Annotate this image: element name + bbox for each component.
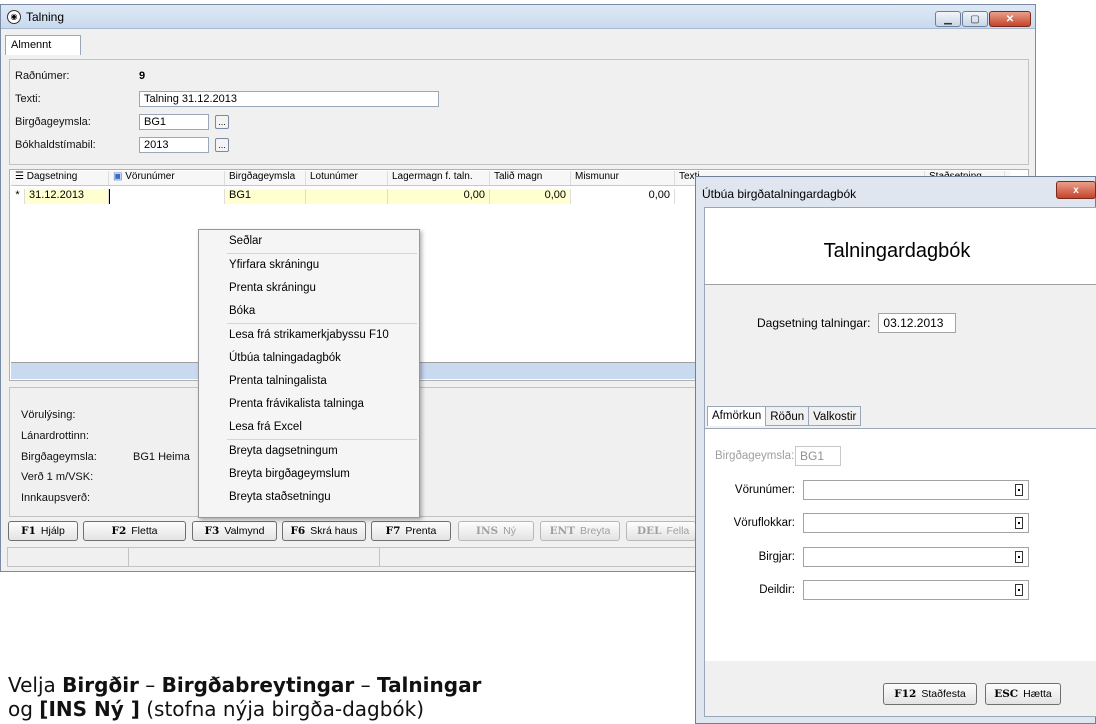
- tab-valkostir[interactable]: Valkostir: [809, 406, 862, 426]
- dlg-birgjar-dropdown-icon[interactable]: [1015, 551, 1023, 563]
- dlg-birgdageymsla-label: Birgðageymsla:: [715, 450, 795, 462]
- f7-prenta-button[interactable]: F7 Prenta: [371, 521, 451, 541]
- main-titlebar: ◉ Talning: [1, 5, 1035, 29]
- close-button[interactable]: ✕: [989, 11, 1031, 27]
- table-row[interactable]: * 31.12.2013 BG1 0,00 0,00 0,00: [11, 189, 711, 204]
- tab-almennt[interactable]: Almennt: [5, 35, 81, 55]
- texti-label: Texti:: [15, 93, 41, 105]
- radnumer-label: Raðnúmer:: [15, 70, 70, 82]
- dialog-body: Talningardagbók Dagsetning talningar: 03…: [704, 207, 1096, 717]
- cell-lotunumer[interactable]: [306, 189, 388, 204]
- minimize-button[interactable]: ▁: [935, 11, 961, 27]
- status-pane: [8, 548, 129, 566]
- details-birgdageymsla-value: BG1 Heima: [133, 451, 190, 463]
- row-marker: *: [11, 189, 25, 204]
- ent-breyta-button[interactable]: ENT Breyta: [540, 521, 620, 541]
- texti-input[interactable]: Talning 31.12.2013: [139, 91, 439, 107]
- innkaupsverd-label: Innkaupsverð:: [21, 492, 91, 504]
- ins-ny-button[interactable]: INS Ný: [458, 521, 534, 541]
- birgdageymsla-label: Birgðageymsla:: [15, 116, 91, 128]
- context-menu: Seðlar Yfirfara skráningu Prenta skránin…: [198, 229, 420, 518]
- col-dagsetning[interactable]: ☰ Dagsetning: [11, 171, 109, 185]
- dlg-voruflokkar-input[interactable]: [803, 513, 1029, 533]
- cell-birgdageymsla[interactable]: BG1: [225, 189, 306, 204]
- dlg-vorunumer-label: Vörunúmer:: [734, 484, 795, 496]
- dialog-close-button[interactable]: x: [1056, 181, 1096, 199]
- tab-afmorkun[interactable]: Afmörkun: [707, 406, 767, 426]
- tab-rodun[interactable]: Röðun: [766, 406, 810, 426]
- menu-item-breyta-dagsetningum[interactable]: Breyta dagsetningum: [199, 440, 419, 463]
- dialog-heading: Talningardagbók: [823, 240, 971, 262]
- grid-icon: ▣: [113, 171, 123, 182]
- dlg-vorunumer-dropdown-icon[interactable]: [1015, 484, 1023, 496]
- dlg-voruflokkar-dropdown-icon[interactable]: [1015, 517, 1023, 529]
- col-mismunur[interactable]: Mismunur: [571, 171, 675, 185]
- f12-stadfesta-button[interactable]: F12 Staðfesta: [883, 683, 977, 705]
- dlg-voruflokkar-label: Vöruflokkar:: [733, 517, 795, 529]
- date-input[interactable]: 03.12.2013: [878, 313, 957, 333]
- cell-talid[interactable]: 0,00: [490, 189, 571, 204]
- del-fella-button[interactable]: DEL Fella: [626, 521, 696, 541]
- bokhald-lookup-button[interactable]: ...: [215, 138, 229, 152]
- dlg-deildir-label: Deildir:: [759, 584, 795, 596]
- menu-item-prenta-skraningu[interactable]: Prenta skráningu: [199, 277, 419, 300]
- cell-lagermagn[interactable]: 0,00: [388, 189, 490, 204]
- cell-mismunur[interactable]: 0,00: [571, 189, 675, 204]
- date-label: Dagsetning talningar:: [757, 316, 871, 330]
- birgdageymsla-input[interactable]: BG1: [139, 114, 209, 130]
- dialog-title: Útbúa birgðatalningardagbók: [702, 187, 857, 201]
- col-talid-magn[interactable]: Talið magn: [490, 171, 571, 185]
- bokhald-input[interactable]: 2013: [139, 137, 209, 153]
- f3-valmynd-button[interactable]: F3 Valmynd: [192, 521, 277, 541]
- menu-item-breyta-birgdageymslum[interactable]: Breyta birgðageymslum: [199, 463, 419, 486]
- maximize-button[interactable]: ▢: [962, 11, 988, 27]
- birgdageymsla-lookup-button[interactable]: ...: [215, 115, 229, 129]
- cell-dagsetning[interactable]: 31.12.2013: [25, 189, 109, 204]
- status-pane: [129, 548, 380, 566]
- esc-haetta-button[interactable]: ESC Hætta: [985, 683, 1061, 705]
- dlg-birgjar-label: Birgjar:: [758, 551, 795, 563]
- details-birgdageymsla-label: Birgðageymsla:: [21, 451, 97, 463]
- app-icon: ◉: [7, 9, 21, 24]
- menu-item-lesa-strikamerki[interactable]: Lesa frá strikamerkjabyssu F10: [199, 324, 419, 347]
- dlg-birgdageymsla-input: BG1: [795, 446, 841, 466]
- menu-item-sedlar[interactable]: Seðlar: [199, 230, 419, 253]
- menu-item-breyta-stadsetningu[interactable]: Breyta staðsetningu: [199, 486, 419, 509]
- col-lotunumer[interactable]: Lotunúmer: [306, 171, 388, 185]
- menu-item-prenta-talningalista[interactable]: Prenta talningalista: [199, 370, 419, 393]
- dialog-window: Útbúa birgðatalningardagbók x Talningard…: [695, 176, 1096, 724]
- dlg-birgjar-input[interactable]: [803, 547, 1029, 567]
- menu-item-lesa-excel[interactable]: Lesa frá Excel: [199, 416, 419, 439]
- dialog-tabs: Afmörkun Röðun Valkostir: [707, 406, 862, 426]
- dlg-vorunumer-input[interactable]: [803, 480, 1029, 500]
- verd-label: Verð 1 m/VSK:: [21, 471, 94, 483]
- lanardrottinn-label: Lánardrottinn:: [21, 430, 89, 442]
- menu-item-yfirfara[interactable]: Yfirfara skráningu: [199, 254, 419, 277]
- cell-vorunumer[interactable]: [109, 189, 225, 204]
- f1-help-button[interactable]: F1 Hjálp: [8, 521, 78, 541]
- col-birgdageymsla[interactable]: Birgðageymsla: [225, 171, 306, 185]
- radnumer-value: 9: [139, 70, 146, 82]
- menu-item-prenta-fravikalista[interactable]: Prenta frávikalista talninga: [199, 393, 419, 416]
- menu-item-utbua-talningadagbok[interactable]: Útbúa talningadagbók: [199, 347, 419, 370]
- dlg-deildir-input[interactable]: [803, 580, 1029, 600]
- caption-text: Velja Birgðir – Birgðabreytingar – Talni…: [8, 673, 482, 721]
- dlg-deildir-dropdown-icon[interactable]: [1015, 584, 1023, 596]
- f6-skra-haus-button[interactable]: F6 Skrá haus: [282, 521, 366, 541]
- window-title: Talning: [26, 9, 65, 24]
- menu-item-boka[interactable]: Bóka: [199, 300, 419, 323]
- bokhald-label: Bókhaldstímabil:: [15, 139, 96, 151]
- vorulysing-label: Vörulýsing:: [21, 409, 76, 421]
- col-vorunumer[interactable]: ▣ Vörunúmer: [109, 171, 225, 185]
- f2-fletta-button[interactable]: F2 Fletta: [83, 521, 186, 541]
- col-lagermagn[interactable]: Lagermagn f. taln.: [388, 171, 490, 185]
